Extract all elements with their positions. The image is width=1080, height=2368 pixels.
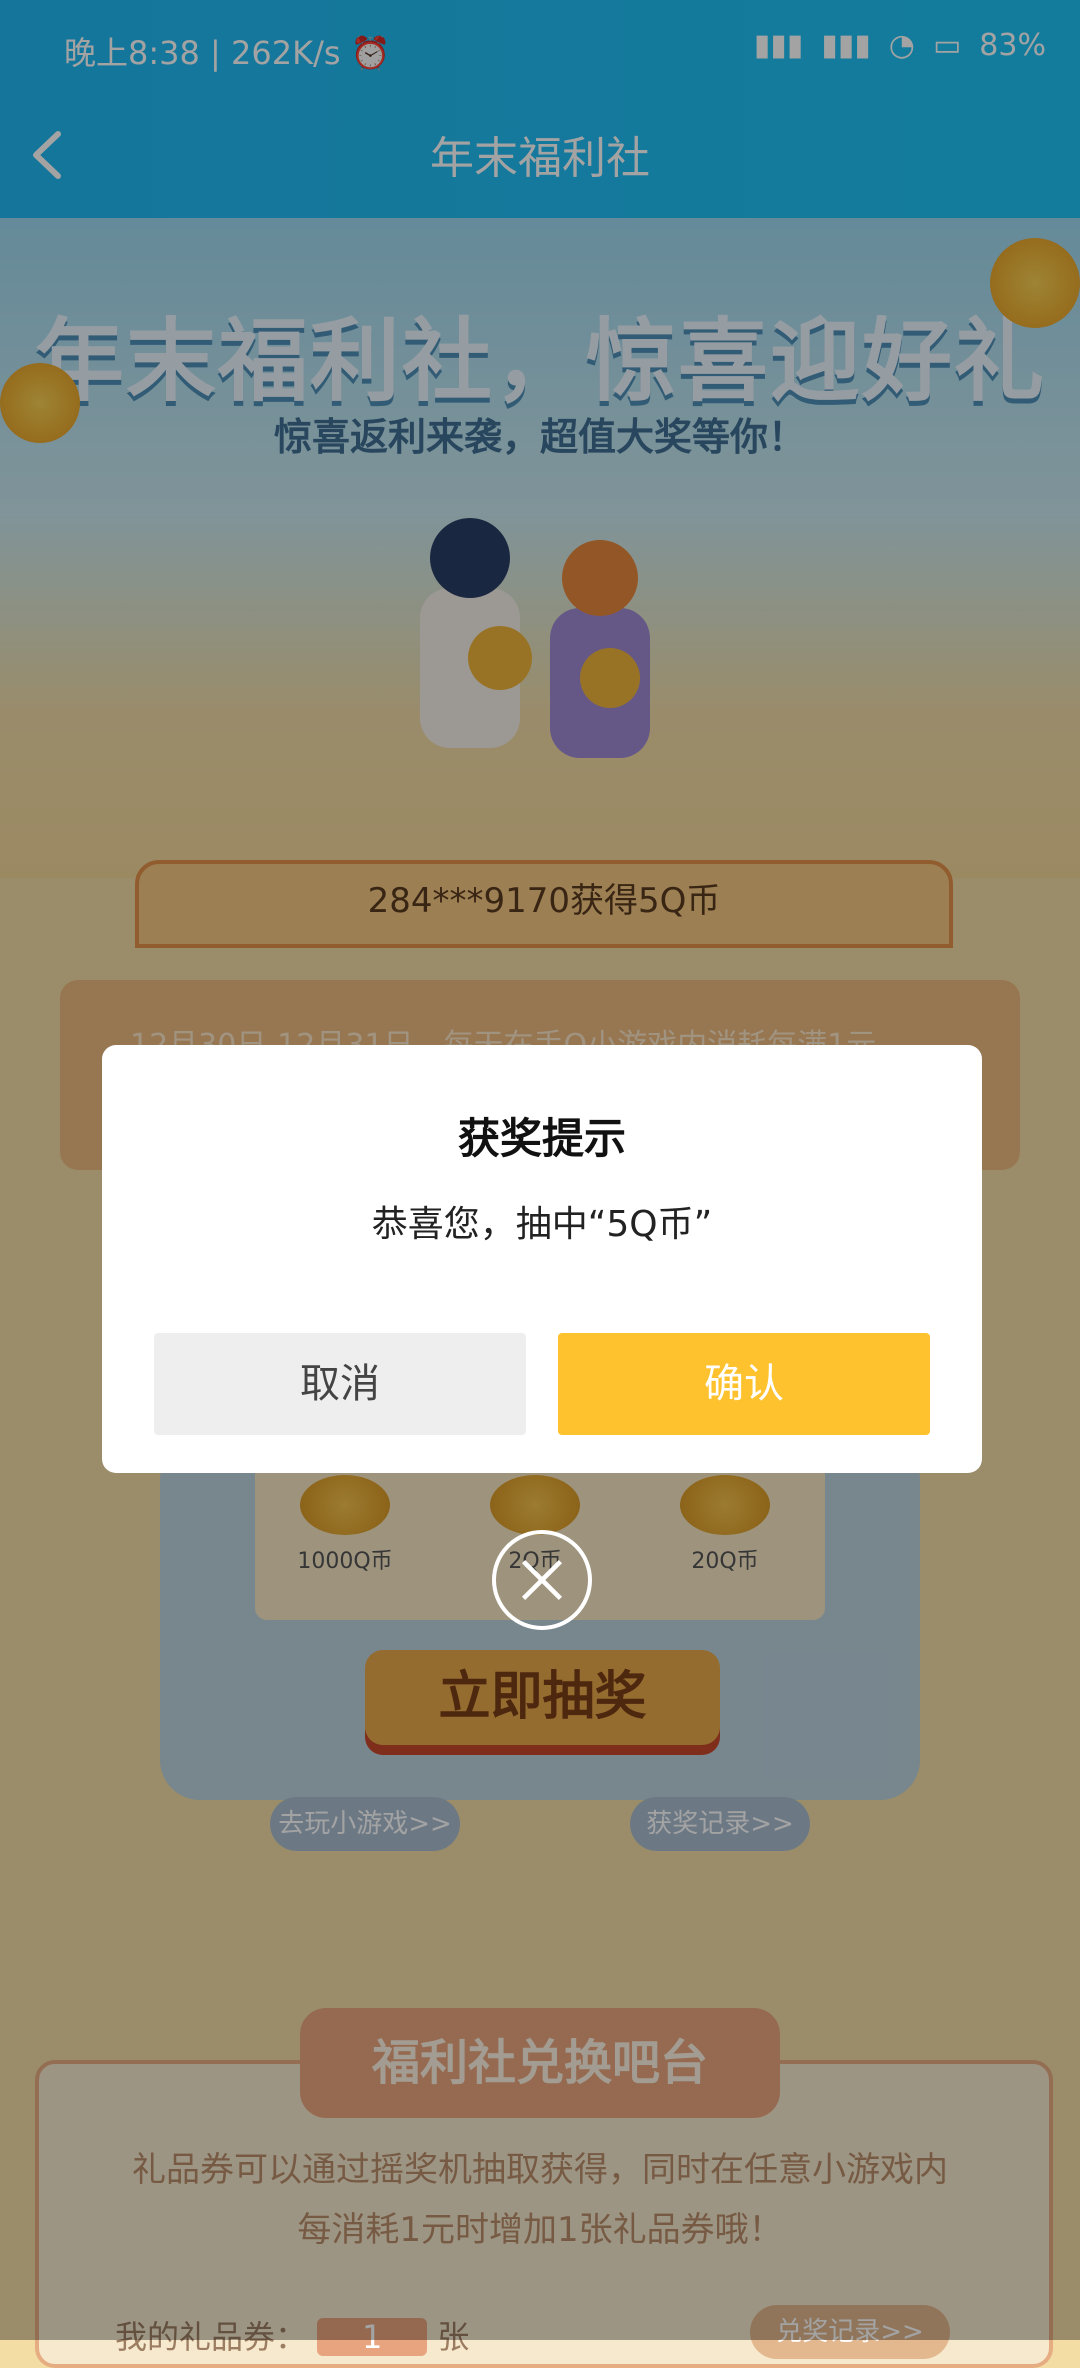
prize-dialog: 获奖提示 恭喜您，抽中“5Q币” 取消 确认 bbox=[102, 1045, 982, 1473]
confirm-button[interactable]: 确认 bbox=[558, 1333, 930, 1435]
dialog-message: 恭喜您，抽中“5Q币” bbox=[371, 1204, 713, 1245]
cancel-button[interactable]: 取消 bbox=[154, 1333, 526, 1435]
close-icon[interactable] bbox=[492, 1530, 592, 1630]
dialog-title: 获奖提示 bbox=[457, 1114, 626, 1163]
